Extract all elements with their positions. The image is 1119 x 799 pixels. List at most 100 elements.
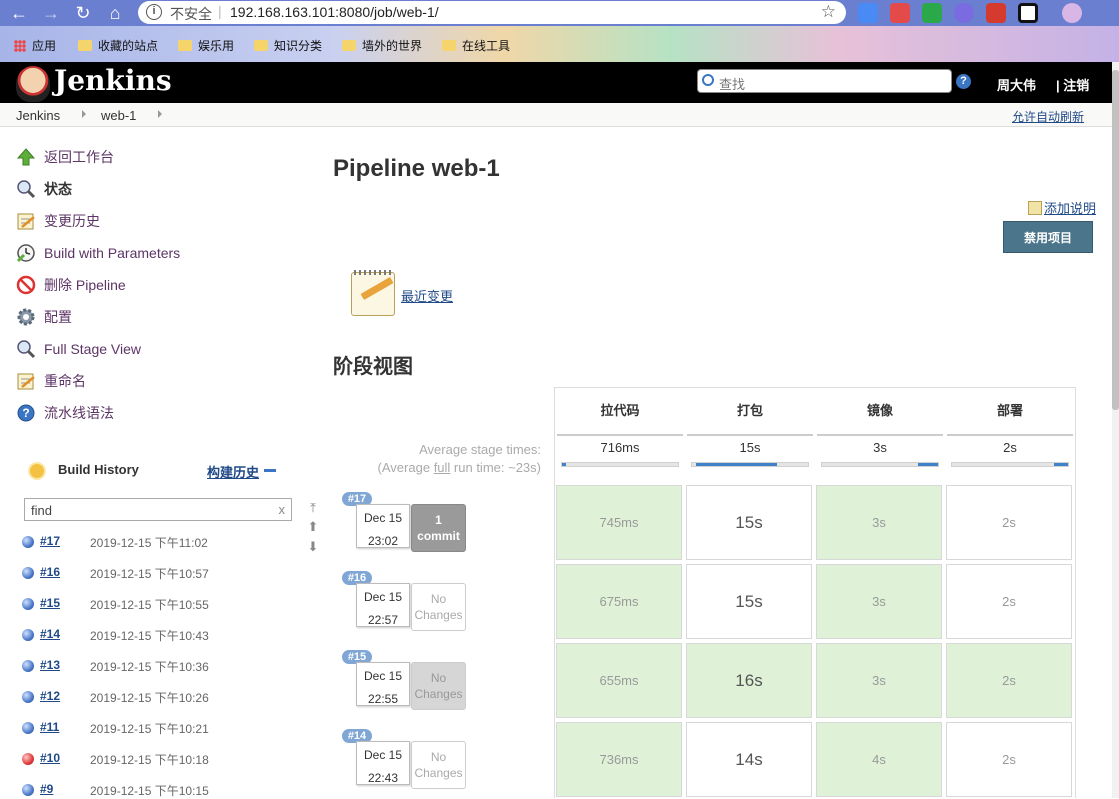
- build-number-link[interactable]: #13: [40, 658, 60, 672]
- translate-extension-icon[interactable]: [858, 3, 878, 23]
- disable-project-button[interactable]: 禁用项目: [1003, 221, 1093, 253]
- stage-cell[interactable]: 3s: [816, 485, 942, 560]
- build-number-link[interactable]: #15: [40, 596, 60, 610]
- logout-link[interactable]: | 注销: [1056, 75, 1089, 94]
- task-status[interactable]: 状态: [16, 178, 72, 200]
- page-up-icon[interactable]: ⬆: [307, 519, 319, 534]
- jenkins-title[interactable]: Jenkins: [54, 64, 172, 97]
- task-delete-pipeline[interactable]: 删除 Pipeline: [16, 274, 126, 296]
- stage-cell[interactable]: 3s: [816, 564, 942, 639]
- build-date[interactable]: 2019-12-15 下午10:36: [90, 658, 209, 675]
- breadcrumb-web-1[interactable]: web-1: [101, 108, 136, 123]
- bookmark-apps[interactable]: 应用: [14, 37, 56, 54]
- stage-cell[interactable]: 3s: [816, 643, 942, 718]
- todoist-extension-icon[interactable]: [986, 3, 1006, 23]
- bookmark-item[interactable]: 知识分类: [254, 37, 322, 54]
- status-ball-icon[interactable]: [22, 598, 34, 610]
- status-ball-icon[interactable]: [22, 784, 34, 796]
- build-date[interactable]: 2019-12-15 下午11:02: [90, 534, 208, 551]
- build-date[interactable]: 2019-12-15 下午10:55: [90, 596, 209, 613]
- bookmark-item[interactable]: 娱乐用: [178, 37, 234, 54]
- status-ball-icon[interactable]: [22, 567, 34, 579]
- task-configure[interactable]: 配置: [16, 306, 72, 328]
- build-number-link[interactable]: #12: [40, 689, 60, 703]
- status-ball-icon[interactable]: [22, 536, 34, 548]
- changes-box[interactable]: 1 commit: [411, 504, 466, 552]
- task-pipeline-syntax[interactable]: ? 流水线语法: [16, 402, 114, 424]
- task-back-to-dashboard[interactable]: 返回工作台: [16, 146, 114, 168]
- build-date-card[interactable]: Dec 15 22:57: [356, 583, 410, 627]
- build-number-link[interactable]: #10: [40, 751, 60, 765]
- add-description-link[interactable]: 添加说明: [1028, 198, 1096, 217]
- changes-box[interactable]: No Changes: [411, 662, 466, 710]
- build-date-card[interactable]: Dec 15 22:43: [356, 741, 410, 785]
- address-bar[interactable]: i 不安全 | 192.168.163.101:8080/job/web-1/ …: [138, 1, 846, 24]
- bookmark-item[interactable]: 墙外的世界: [342, 37, 422, 54]
- build-number-link[interactable]: #9: [40, 782, 53, 796]
- recent-changes-link[interactable]: 最近变更: [401, 286, 453, 305]
- breadcrumb-jenkins[interactable]: Jenkins: [16, 108, 60, 123]
- build-date-card[interactable]: Dec 15 22:55: [356, 662, 410, 706]
- build-date[interactable]: 2019-12-15 下午10:18: [90, 751, 209, 768]
- help-icon[interactable]: ?: [956, 74, 971, 89]
- user-link[interactable]: 周大伟: [997, 75, 1036, 94]
- profile-avatar[interactable]: [1062, 3, 1082, 23]
- extension-icon[interactable]: [890, 3, 910, 23]
- auto-refresh-link[interactable]: 允许自动刷新: [1012, 108, 1084, 125]
- stage-cell[interactable]: 2s: [946, 564, 1072, 639]
- star-icon[interactable]: ☆: [821, 2, 836, 22]
- stage-cell[interactable]: 14s: [686, 722, 812, 797]
- stage-cell[interactable]: 736ms: [556, 722, 682, 797]
- stage-cell[interactable]: 2s: [946, 643, 1072, 718]
- build-number-link[interactable]: #16: [40, 565, 60, 579]
- collapse-icon[interactable]: [264, 469, 276, 472]
- clear-icon[interactable]: x: [279, 502, 286, 517]
- stage-cell[interactable]: 2s: [946, 722, 1072, 797]
- page-top-icon[interactable]: ⤒: [307, 500, 319, 515]
- info-icon[interactable]: i: [146, 4, 162, 20]
- chevron-right-icon[interactable]: [82, 110, 86, 118]
- stage-cell[interactable]: 675ms: [556, 564, 682, 639]
- stage-cell[interactable]: 15s: [686, 564, 812, 639]
- build-number-link[interactable]: #11: [40, 720, 59, 734]
- evernote-extension-icon[interactable]: [922, 3, 942, 23]
- full-run-link[interactable]: full: [434, 460, 451, 475]
- build-filter-input[interactable]: find x: [24, 498, 292, 521]
- stage-cell[interactable]: 4s: [816, 722, 942, 797]
- extension-icon[interactable]: [954, 3, 974, 23]
- forward-icon[interactable]: →: [40, 3, 62, 23]
- build-date[interactable]: 2019-12-15 下午10:43: [90, 627, 209, 644]
- build-trend-link[interactable]: 构建历史: [207, 462, 259, 481]
- home-icon[interactable]: ⌂: [104, 3, 126, 23]
- extension-icon[interactable]: [1018, 3, 1038, 23]
- status-ball-icon[interactable]: [22, 722, 34, 734]
- url-text[interactable]: 192.168.163.101:8080/job/web-1/: [230, 4, 439, 20]
- status-ball-icon[interactable]: [22, 753, 34, 765]
- changes-box[interactable]: No Changes: [411, 583, 466, 631]
- build-number-link[interactable]: #14: [40, 627, 60, 641]
- task-full-stage-view[interactable]: Full Stage View: [16, 338, 141, 360]
- build-date[interactable]: 2019-12-15 下午10:26: [90, 689, 209, 706]
- chevron-right-icon[interactable]: [158, 110, 162, 118]
- build-date-card[interactable]: Dec 15 23:02: [356, 504, 410, 548]
- stage-cell[interactable]: 16s: [686, 643, 812, 718]
- changes-box[interactable]: No Changes: [411, 741, 466, 789]
- jenkins-logo[interactable]: [16, 66, 50, 102]
- stage-cell[interactable]: 15s: [686, 485, 812, 560]
- search-box[interactable]: 查找: [697, 69, 952, 93]
- scrollbar-thumb[interactable]: [1112, 70, 1119, 410]
- bookmark-item[interactable]: 收藏的站点: [78, 37, 158, 54]
- stage-cell[interactable]: 655ms: [556, 643, 682, 718]
- build-date[interactable]: 2019-12-15 下午10:15: [90, 782, 209, 799]
- stage-cell[interactable]: 2s: [946, 485, 1072, 560]
- task-build-with-parameters[interactable]: Build with Parameters: [16, 242, 180, 264]
- build-date[interactable]: 2019-12-15 下午10:21: [90, 720, 209, 737]
- status-ball-icon[interactable]: [22, 691, 34, 703]
- bookmark-item[interactable]: 在线工具: [442, 37, 510, 54]
- build-date[interactable]: 2019-12-15 下午10:57: [90, 565, 209, 582]
- reload-icon[interactable]: ↻: [72, 3, 94, 23]
- task-rename[interactable]: 重命名: [16, 370, 86, 392]
- status-ball-icon[interactable]: [22, 660, 34, 672]
- build-number-link[interactable]: #17: [40, 534, 60, 548]
- stage-cell[interactable]: 745ms: [556, 485, 682, 560]
